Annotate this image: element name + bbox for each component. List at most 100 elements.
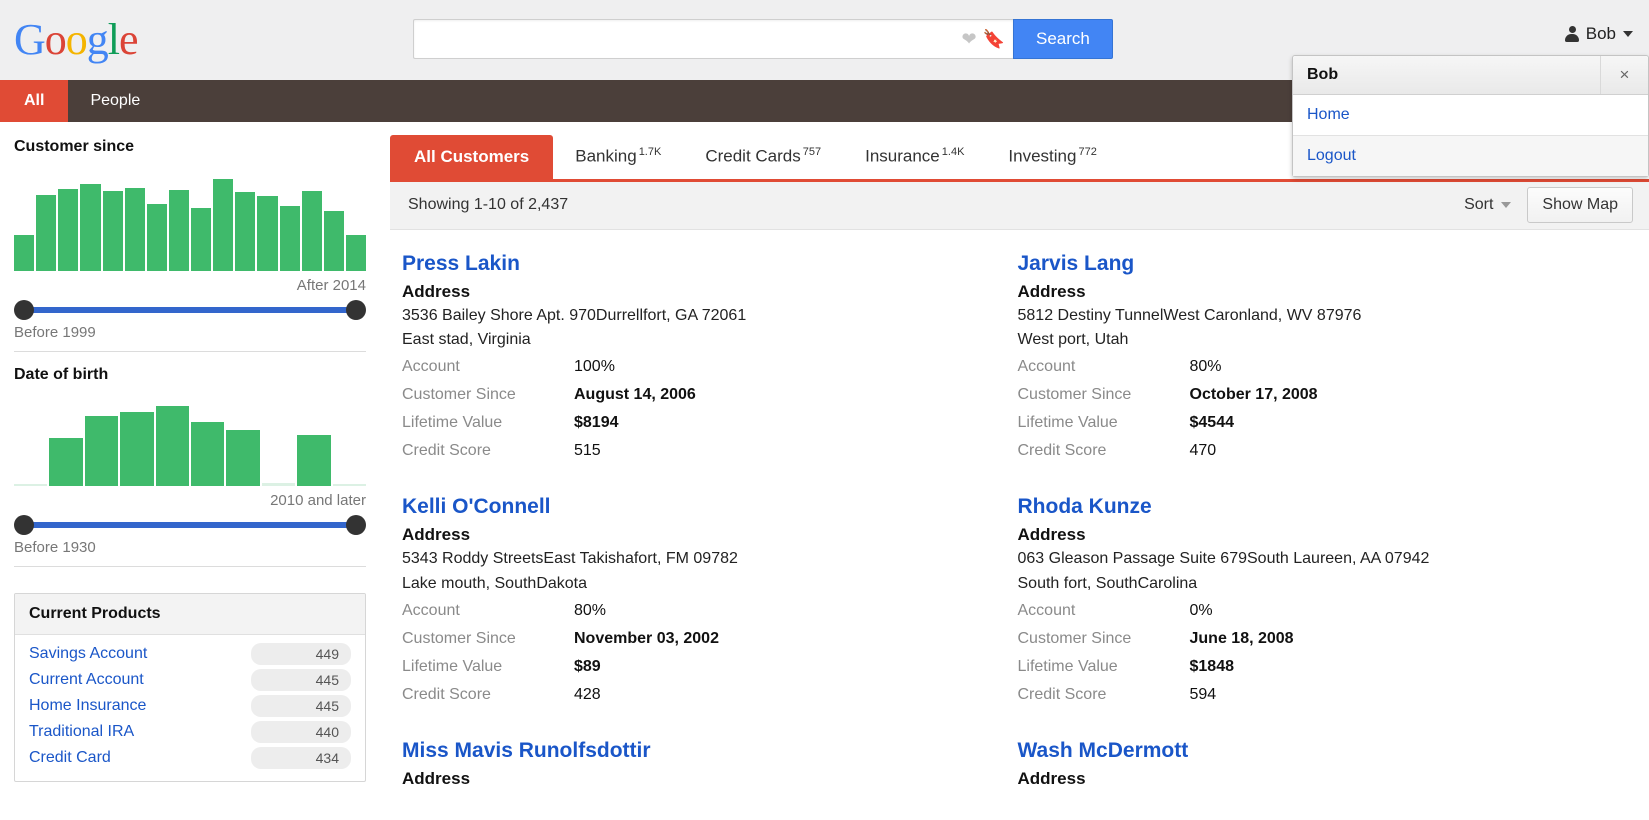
product-row[interactable]: Savings Account 449: [29, 641, 351, 667]
histogram-bar[interactable]: [14, 484, 48, 486]
search-input[interactable]: [424, 20, 956, 58]
slider-knob-max[interactable]: [346, 300, 366, 320]
histogram-bar[interactable]: [213, 178, 234, 271]
histogram-bar[interactable]: [323, 211, 344, 271]
histogram-bar[interactable]: [124, 188, 145, 271]
histogram-bar[interactable]: [155, 405, 190, 486]
search-box[interactable]: ❤ 🔖: [413, 19, 1013, 59]
show-map-button[interactable]: Show Map: [1527, 187, 1633, 224]
sort-dropdown[interactable]: Sort: [1464, 196, 1512, 214]
product-label[interactable]: Home Insurance: [29, 697, 146, 715]
nav-item-all[interactable]: All: [0, 80, 69, 122]
heart-icon[interactable]: ❤: [961, 30, 976, 48]
customer-since-range-slider[interactable]: [14, 300, 366, 320]
field-value: 80%: [574, 601, 607, 619]
field-label: Lifetime Value: [402, 414, 503, 432]
product-label[interactable]: Credit Card: [29, 749, 111, 767]
logo-letter: e: [119, 15, 139, 64]
histogram-bar[interactable]: [102, 191, 123, 271]
field-value: 515: [574, 442, 601, 460]
histogram-bar[interactable]: [297, 435, 331, 486]
close-icon[interactable]: ×: [1600, 56, 1648, 94]
dropdown-item-home[interactable]: Home: [1293, 95, 1648, 135]
histogram-bar[interactable]: [279, 205, 300, 271]
google-logo[interactable]: Google: [14, 15, 139, 64]
histogram-bar[interactable]: [345, 235, 366, 271]
customer-name[interactable]: Kelli O'Connell: [402, 495, 1018, 519]
product-label[interactable]: Current Account: [29, 671, 144, 689]
product-label[interactable]: Savings Account: [29, 645, 147, 663]
field-value: $1848: [1189, 657, 1235, 675]
field-lifetime-value: Lifetime Value $8194: [402, 409, 1018, 437]
tab-label: Insurance: [865, 146, 940, 166]
user-menu-trigger[interactable]: Bob: [1565, 24, 1633, 44]
dropdown-item-logout[interactable]: Logout: [1293, 135, 1648, 176]
search-button[interactable]: Search: [1013, 19, 1113, 59]
address-line-2: West port, Utah: [1017, 331, 1129, 349]
address-label: Address: [402, 281, 471, 301]
field-label: Lifetime Value: [402, 657, 503, 675]
histogram-bar[interactable]: [261, 483, 296, 486]
product-row[interactable]: Traditional IRA 440: [29, 719, 351, 745]
product-count: 445: [251, 695, 351, 717]
current-products-list: Savings Account 449 Current Account 445 Home…: [15, 635, 365, 781]
address-line-1: 5812 Destiny TunnelWest Caronland, WV 87…: [1017, 306, 1362, 324]
tab-insurance[interactable]: Insurance 1.4K: [843, 134, 986, 179]
histogram-bar[interactable]: [226, 429, 260, 486]
histogram-bar[interactable]: [84, 416, 119, 486]
tab-banking[interactable]: Banking 1.7K: [553, 134, 683, 179]
product-row[interactable]: Current Account 445: [29, 667, 351, 693]
field-label: Customer Since: [402, 386, 516, 404]
histogram-bar[interactable]: [58, 189, 79, 271]
product-count: 434: [251, 747, 351, 769]
address-label: Address: [402, 525, 471, 545]
histogram-bar[interactable]: [257, 196, 278, 271]
tab-count: 1.4K: [941, 146, 965, 158]
tab-investing[interactable]: Investing 772: [986, 134, 1118, 179]
histogram-bar[interactable]: [80, 183, 101, 271]
histogram-bar[interactable]: [332, 484, 367, 486]
search-bar: ❤ 🔖 Search: [413, 19, 1113, 59]
field-customer-since: Customer Since November 03, 2002: [402, 625, 1018, 653]
field-account: Account 100%: [402, 353, 1018, 381]
histogram-bar[interactable]: [146, 203, 167, 271]
results-toolbar: Showing 1-10 of 2,437 Sort Show Map: [390, 181, 1649, 230]
customer-name[interactable]: Miss Mavis Runolfsdottir: [402, 739, 1018, 763]
address-line-2: Lake mouth, SouthDakota: [402, 575, 588, 593]
histogram-bar[interactable]: [120, 412, 154, 486]
product-count: 449: [251, 643, 351, 665]
main-content: All Customers Banking 1.7K Credit Cards 757 I…: [390, 122, 1649, 820]
address-line-1: 3536 Bailey Shore Apt. 970Durrellfort, G…: [402, 306, 747, 324]
tab-all-customers[interactable]: All Customers: [390, 134, 554, 179]
tab-credit-cards[interactable]: Credit Cards 757: [683, 134, 843, 179]
histogram-bar[interactable]: [49, 438, 83, 486]
bookmark-icon[interactable]: 🔖: [983, 30, 1005, 48]
histogram-bar[interactable]: [14, 235, 35, 271]
address-label: Address: [1017, 768, 1086, 788]
customer-name[interactable]: Rhoda Kunze: [1018, 495, 1634, 519]
product-label[interactable]: Traditional IRA: [29, 723, 134, 741]
tab-label: Investing: [1008, 146, 1077, 166]
customer-name[interactable]: Wash McDermott: [1018, 739, 1634, 763]
field-label: Customer Since: [1017, 386, 1132, 404]
customer-name[interactable]: Jarvis Lang: [1018, 252, 1634, 276]
field-label: Credit Score: [402, 685, 491, 703]
product-row[interactable]: Home Insurance 445: [29, 693, 351, 719]
field-value: 428: [574, 685, 601, 703]
customer-name[interactable]: Press Lakin: [402, 252, 1018, 276]
slider-track: [22, 522, 358, 528]
date-of-birth-range-slider[interactable]: [14, 515, 366, 535]
histogram-bar[interactable]: [191, 421, 225, 486]
histogram-bar[interactable]: [168, 190, 189, 271]
histogram-bar[interactable]: [301, 191, 322, 271]
address-line-1: 063 Gleason Passage Suite 679South Laure…: [1017, 550, 1430, 568]
slider-knob-min[interactable]: [14, 515, 34, 535]
slider-knob-max[interactable]: [346, 515, 366, 535]
product-row[interactable]: Credit Card 434: [29, 745, 351, 771]
nav-item-people[interactable]: People: [68, 80, 162, 122]
slider-knob-min[interactable]: [14, 300, 34, 320]
logo-letter: l: [107, 15, 120, 64]
histogram-bar[interactable]: [235, 192, 256, 271]
histogram-bar[interactable]: [191, 208, 212, 271]
histogram-bar[interactable]: [36, 195, 57, 271]
